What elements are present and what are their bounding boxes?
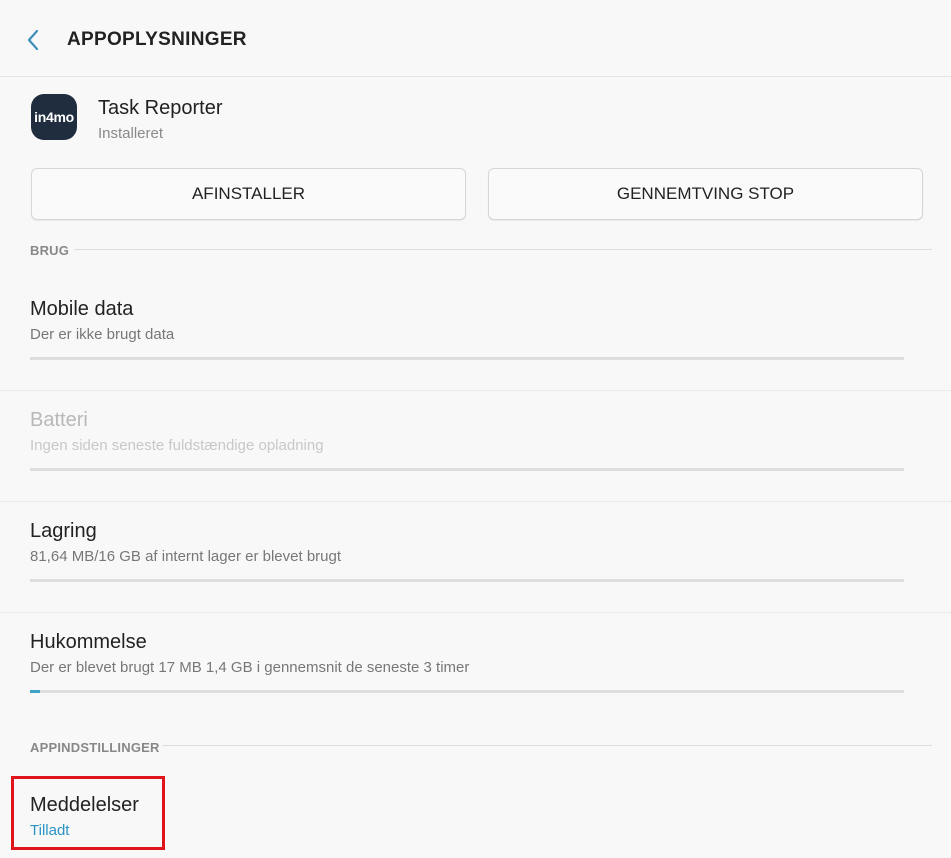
app-bar: APPOPLYSNINGER [0, 0, 951, 77]
item-subtitle: Ingen siden seneste fuldstændige opladni… [30, 437, 324, 454]
usage-bar [30, 357, 904, 360]
usage-bar [30, 579, 904, 582]
item-title: Batteri [30, 409, 88, 431]
section-divider [162, 745, 932, 746]
usage-item-battery: Batteri Ingen siden seneste fuldstændige… [0, 397, 951, 507]
usage-bar-fill [30, 690, 41, 693]
uninstall-button[interactable]: AFINSTALLER [31, 168, 466, 220]
chevron-left-icon[interactable] [24, 28, 44, 52]
item-title: Hukommelse [30, 631, 147, 653]
usage-item-memory[interactable]: Hukommelse Der er blevet brugt 17 MB 1,4… [0, 619, 951, 729]
item-subtitle: Der er blevet brugt 17 MB 1,4 GB i genne… [30, 659, 470, 676]
item-title: Lagring [30, 520, 97, 542]
back-button[interactable] [24, 28, 44, 52]
page-title: APPOPLYSNINGER [67, 29, 247, 50]
item-title: Mobile data [30, 298, 134, 320]
item-subtitle: Der er ikke brugt data [30, 326, 175, 343]
item-title: Meddelelser [30, 794, 139, 816]
notifications-item[interactable]: Meddelelser Tilladt [0, 780, 951, 858]
row-divider [0, 501, 951, 502]
row-divider [0, 390, 951, 391]
app-install-status: Installeret [98, 125, 164, 142]
usage-bar [30, 690, 904, 693]
app-icon: in4mo [31, 94, 77, 140]
section-header-app-settings: APPINDSTILLINGER [30, 740, 160, 755]
usage-item-mobile-data[interactable]: Mobile data Der er ikke brugt data [0, 286, 951, 396]
usage-item-storage[interactable]: Lagring 81,64 MB/16 GB af internt lager … [0, 508, 951, 618]
notifications-status: Tilladt [30, 822, 70, 839]
app-name: Task Reporter [98, 97, 223, 119]
section-divider [74, 249, 932, 250]
section-header-usage: BRUG [30, 243, 70, 258]
force-stop-button[interactable]: GENNEMTVING STOP [488, 168, 923, 220]
row-divider [0, 612, 951, 613]
item-subtitle: 81,64 MB/16 GB af internt lager er bleve… [30, 548, 342, 565]
usage-bar [30, 468, 904, 471]
